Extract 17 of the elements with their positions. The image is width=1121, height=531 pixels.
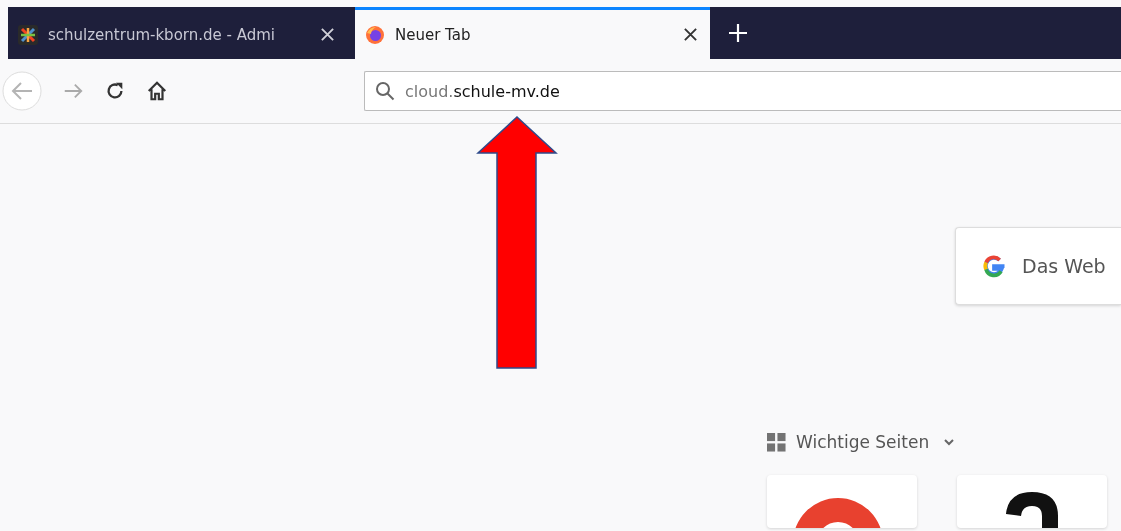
fox-logo-icon — [365, 24, 385, 45]
browser-tab[interactable]: schulzentrum-kborn.de - Admi — [8, 7, 347, 59]
grid-icon — [767, 432, 786, 452]
plus-icon[interactable] — [728, 23, 748, 43]
url-field[interactable]: cloud.schule-mv.de — [364, 71, 1121, 111]
g-logo-icon — [980, 252, 1008, 280]
browser-tab[interactable]: Neuer Tab — [355, 7, 710, 59]
search-icon — [375, 81, 395, 101]
site-tile[interactable] — [767, 475, 917, 528]
section-title: Wichtige Seiten — [796, 432, 930, 452]
close-icon[interactable] — [683, 27, 698, 42]
chevron-icon[interactable] — [943, 436, 956, 448]
search-field[interactable]: Das Web — [1020, 254, 1121, 278]
home-icon[interactable] — [146, 80, 168, 102]
site-tile[interactable] — [957, 475, 1107, 528]
url-text: cloud.schule-mv.de — [405, 81, 560, 101]
puzzle-logo-icon — [18, 24, 38, 45]
